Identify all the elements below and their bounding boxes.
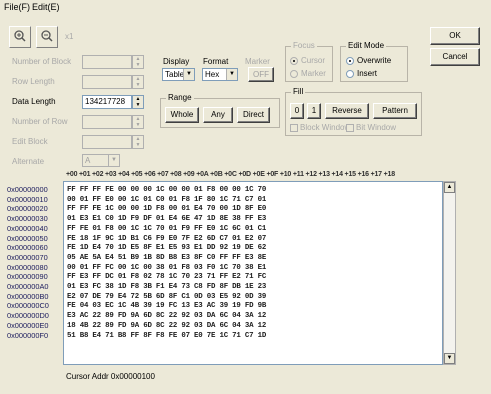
- menu-bar: File(F) Edit(E): [0, 0, 491, 15]
- focus-cursor-label: Cursor: [301, 56, 326, 65]
- address-label: 0x00000070: [7, 252, 48, 262]
- hex-column-header: +00 +01 +02 +03 +04 +05 +06 +07 +08 +09 …: [66, 171, 395, 178]
- address-label: 0x000000E0: [7, 320, 49, 330]
- edit-block-label: Edit Block: [12, 137, 48, 146]
- address-label: 0x000000B0: [7, 291, 49, 301]
- focus-label: Focus: [291, 41, 317, 50]
- address-label: 0x00000040: [7, 223, 48, 233]
- number-of-row-label: Number of Row: [12, 117, 68, 126]
- format-label: Format: [203, 57, 229, 66]
- chevron-down-icon: ▼: [226, 69, 237, 80]
- range-label: Range: [166, 93, 194, 102]
- block-window-label: Block Window: [300, 123, 351, 132]
- range-whole-button[interactable]: Whole: [165, 107, 199, 123]
- hex-row[interactable]: E3 AC 22 89 FD 9A 6D 8C 22 92 03 DA 6C 0…: [67, 312, 266, 320]
- hex-row[interactable]: FF FF FE 1C 00 00 1D F8 00 01 E4 70 00 1…: [67, 205, 266, 213]
- hex-row[interactable]: FE 1D E4 70 1D E5 8F E1 E5 93 E1 DD 92 1…: [67, 244, 266, 252]
- insert-label: Insert: [357, 69, 378, 78]
- hex-row[interactable]: FF E3 FF DC 01 F8 02 78 1C 70 23 71 FF E…: [67, 273, 266, 281]
- display-value: Table: [165, 70, 185, 79]
- hex-row[interactable]: 51 B8 E4 71 B8 FF 8F F8 FE 07 E0 7E 1C 7…: [67, 332, 266, 340]
- block-window-checkbox: [290, 124, 298, 132]
- overwrite-radio[interactable]: [346, 57, 354, 65]
- ok-button[interactable]: OK: [430, 27, 480, 45]
- hex-row[interactable]: FE 04 03 EC 1C 4B 39 19 FC 13 E3 AC 39 1…: [67, 302, 266, 310]
- number-of-row-field: [82, 115, 132, 129]
- fill-label: Fill: [291, 87, 306, 96]
- number-of-block-label: Number of Block: [12, 57, 72, 66]
- chevron-down-icon: ▼: [183, 69, 194, 80]
- menu-file[interactable]: File(F): [4, 2, 30, 12]
- bit-window-checkbox: [346, 124, 354, 132]
- address-label: 0x00000020: [7, 204, 48, 214]
- hex-row[interactable]: 00 01 FF FC 00 1C 00 38 01 F8 03 F0 1C 7…: [67, 264, 266, 272]
- zoom-level: x1: [65, 32, 74, 41]
- focus-marker-label: Marker: [301, 69, 326, 78]
- fill-pattern-button[interactable]: Pattern: [373, 103, 417, 119]
- address-label: 0x00000000: [7, 185, 48, 194]
- number-of-block-field: [82, 55, 132, 69]
- overwrite-label: Overwrite: [357, 56, 392, 65]
- scroll-up-arrow-icon[interactable]: ▲: [444, 182, 455, 193]
- range-direct-button[interactable]: Direct: [237, 107, 270, 123]
- address-label: 0x00000060: [7, 243, 48, 253]
- zoom-out-button[interactable]: [36, 26, 58, 48]
- hex-scrollbar[interactable]: ▲ ▼: [443, 181, 456, 365]
- display-select[interactable]: Table ▼: [162, 68, 195, 81]
- number-of-row-spinner: ▲ ▼: [132, 115, 144, 129]
- zoom-in-button[interactable]: [9, 26, 31, 48]
- hex-row[interactable]: 05 AE 5A E4 51 B9 1B 8D B8 E3 8F C0 FF F…: [67, 254, 266, 262]
- hex-row[interactable]: 00 01 FF E0 00 1C 01 C0 01 F8 1F 80 1C 7…: [67, 196, 266, 204]
- hex-row[interactable]: E2 07 DE 79 E4 72 5B 6D 8F C1 0D 03 E5 9…: [67, 293, 266, 301]
- fill-one-button[interactable]: 1: [307, 103, 321, 119]
- address-label: 0x00000010: [7, 194, 48, 204]
- alternate-value: A: [85, 156, 91, 165]
- hex-row[interactable]: 01 E3 FC 38 1D F8 3B F1 E4 73 C8 FD 8F D…: [67, 283, 266, 291]
- address-label: 0x000000A0: [7, 282, 49, 291]
- scroll-down-arrow-icon[interactable]: ▼: [444, 353, 455, 364]
- address-label: 0x000000C0: [7, 301, 49, 311]
- row-length-label: Row Length: [12, 77, 55, 86]
- row-length-field: [82, 75, 132, 89]
- address-label: 0x00000090: [7, 272, 48, 282]
- format-select[interactable]: Hex ▼: [202, 68, 238, 81]
- edit-block-spinner: ▲ ▼: [132, 135, 144, 149]
- hex-row[interactable]: FF FF FF FE 00 00 00 1C 00 00 01 F8 00 0…: [67, 186, 266, 194]
- focus-cursor-radio: [290, 57, 298, 65]
- fill-zero-button[interactable]: 0: [290, 103, 304, 119]
- menu-edit[interactable]: Edit(E): [32, 2, 60, 12]
- zoom-out-icon: [41, 30, 53, 42]
- edit-block-field: [82, 135, 132, 149]
- hex-row[interactable]: FE 18 1F 9C 1D B1 C6 F9 E0 7F E2 6D C7 0…: [67, 235, 266, 243]
- data-length-label: Data Length: [12, 97, 56, 106]
- alternate-label: Alternate: [12, 157, 45, 166]
- address-label: 0x000000D0: [7, 311, 49, 321]
- edit-mode-label: Edit Mode: [346, 41, 387, 50]
- cancel-button[interactable]: Cancel: [430, 48, 480, 66]
- address-label: 0x000000F0: [7, 330, 49, 340]
- row-length-spinner: ▲ ▼: [132, 75, 144, 89]
- number-of-block-spinner: ▲ ▼: [132, 55, 144, 69]
- address-label: 0x00000030: [7, 214, 48, 224]
- zoom-in-icon: [14, 30, 26, 42]
- display-label: Display: [163, 57, 190, 66]
- format-value: Hex: [205, 70, 220, 79]
- marker-label: Marker: [245, 57, 270, 66]
- hex-row[interactable]: 18 4B 22 89 FD 9A 6D 8C 22 92 03 DA 6C 0…: [67, 322, 266, 330]
- cursor-address: Cursor Addr 0x00000100: [66, 372, 155, 381]
- data-length-field[interactable]: 134217728: [82, 95, 132, 109]
- hex-row[interactable]: FF FE 01 F8 00 1C 1C 70 01 F9 FF E0 1C 6…: [67, 225, 266, 233]
- hex-data-view[interactable]: FF FF FF FE 00 00 00 1C 00 00 01 F8 00 0…: [63, 181, 443, 365]
- marker-off-button: OFF: [248, 67, 274, 82]
- focus-marker-radio: [290, 70, 298, 78]
- alternate-select: A ▼: [82, 154, 120, 167]
- fill-reverse-button[interactable]: Reverse: [325, 103, 369, 119]
- data-length-spinner[interactable]: ▲ ▼: [132, 95, 144, 109]
- hex-row[interactable]: 01 E3 E1 C0 1D F9 DF 01 E4 6E 47 1D 8E 3…: [67, 215, 266, 223]
- address-label: 0x00000050: [7, 233, 48, 243]
- bit-window-label: Bit Window: [356, 123, 397, 132]
- insert-radio[interactable]: [346, 70, 354, 78]
- range-any-button[interactable]: Any: [203, 107, 233, 123]
- address-label: 0x00000080: [7, 262, 48, 272]
